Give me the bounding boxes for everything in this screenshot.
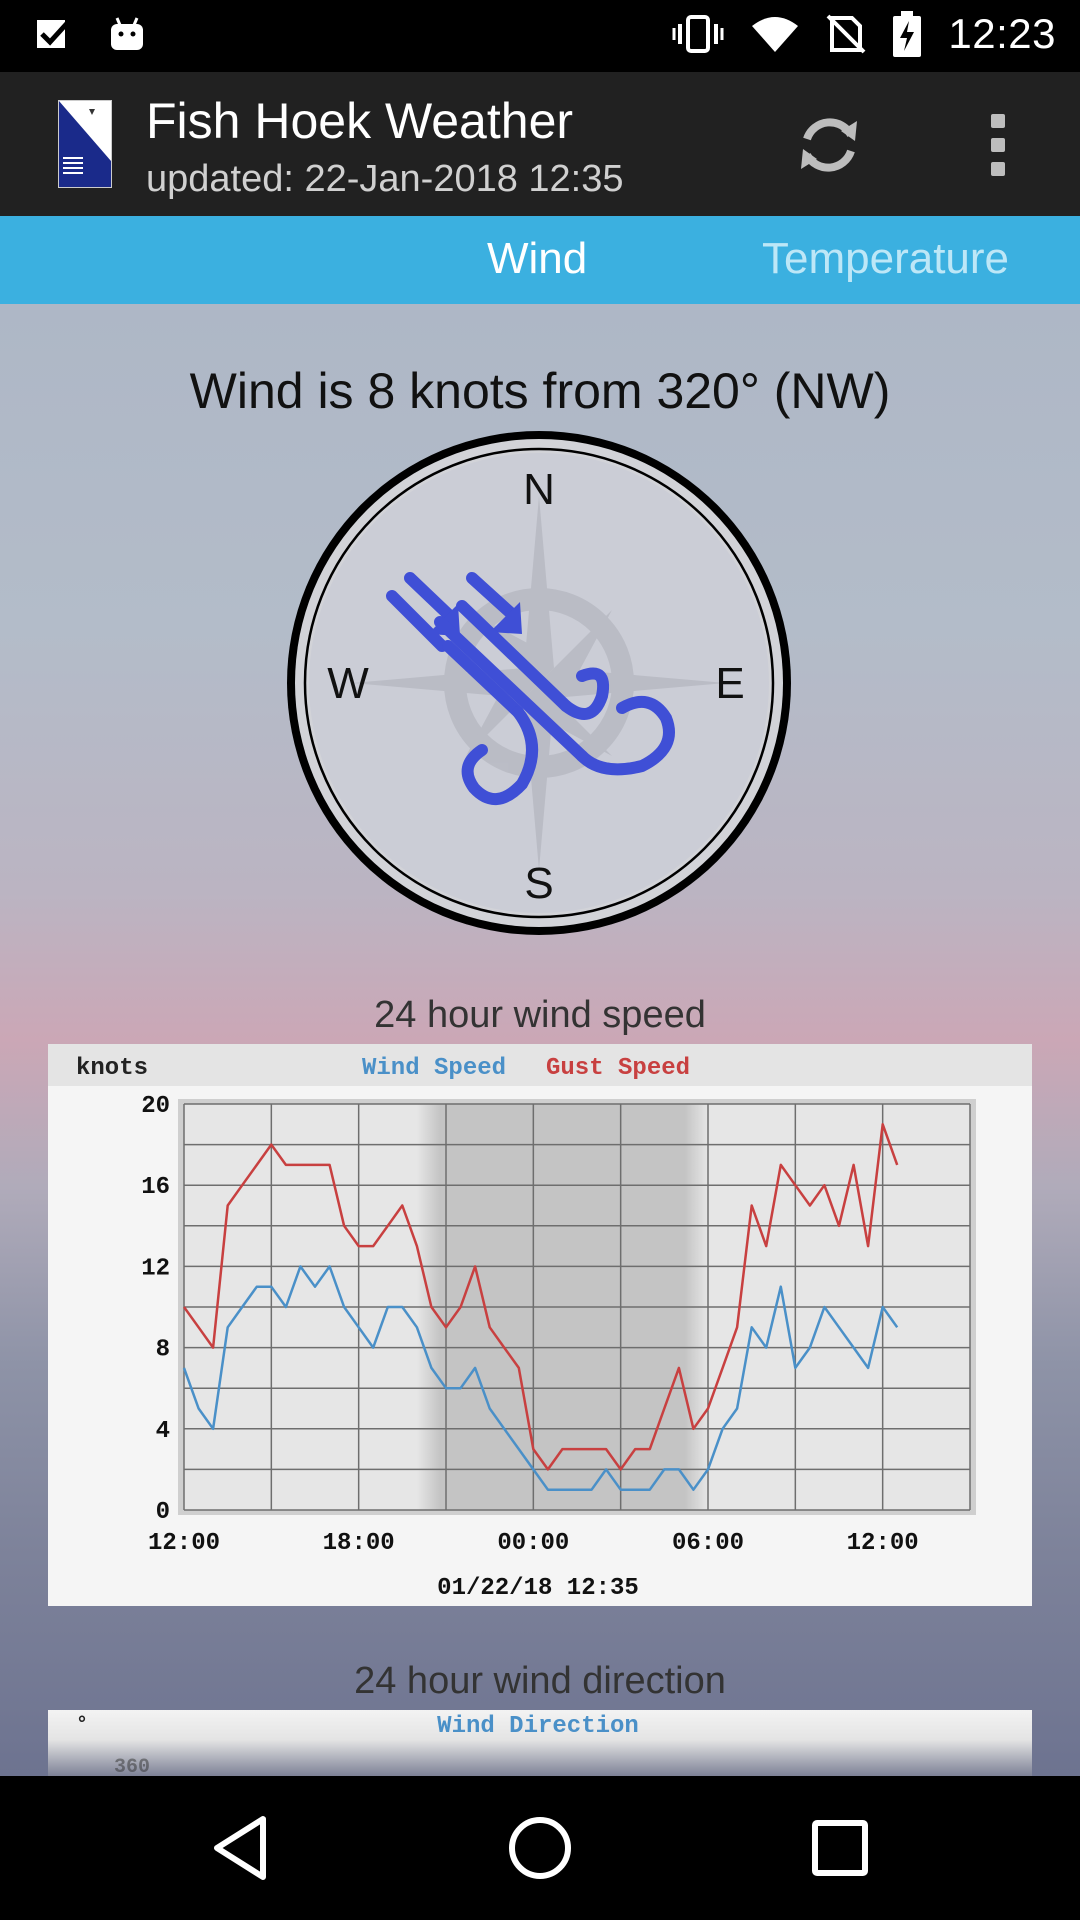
- home-button[interactable]: [492, 1800, 588, 1896]
- compass-east: E: [715, 659, 744, 708]
- x-tick-label: 00:00: [497, 1530, 569, 1557]
- refresh-icon: [801, 118, 857, 172]
- legend-wind-speed: Wind Speed: [362, 1055, 506, 1082]
- compass-dial: N S W E: [287, 431, 791, 935]
- updated-timestamp: updated: 22-Jan-2018 12:35: [146, 158, 624, 200]
- wind-headline: Wind is 8 knots from 320° (NW): [189, 363, 891, 419]
- status-bar: 12:23: [0, 0, 1080, 72]
- wifi-icon: [752, 17, 799, 52]
- x-tick-label: 12:00: [148, 1530, 220, 1557]
- wind-content[interactable]: Wind is 8 knots from 320° (NW) N S W E 2…: [0, 304, 1080, 1776]
- recents-button[interactable]: [792, 1800, 888, 1896]
- app-title: Fish Hoek Weather: [146, 93, 574, 149]
- battery-charging-icon: [893, 11, 922, 57]
- tab-wind[interactable]: Wind: [487, 234, 587, 284]
- x-tick-label: 12:00: [847, 1530, 919, 1557]
- direction-first-tick: 360: [114, 1756, 150, 1776]
- checkbox-notification-icon: [37, 18, 72, 48]
- more-vert-icon: [991, 114, 1005, 128]
- wind-direction-chart-title: 24 hour wind direction: [354, 1660, 726, 1702]
- wind-direction-chart: ° Wind Direction 360: [48, 1710, 1032, 1776]
- wind-speed-chart-title: 24 hour wind speed: [374, 994, 706, 1036]
- status-time: 12:23: [948, 10, 1056, 57]
- x-tick-label: 06:00: [672, 1530, 744, 1557]
- recents-icon: [812, 1820, 868, 1876]
- chart-timestamp: 01/22/18 12:35: [437, 1575, 639, 1602]
- home-icon: [509, 1817, 571, 1879]
- app-logo: [58, 100, 112, 188]
- direction-unit: °: [76, 1714, 88, 1737]
- chart-ylabel: knots: [76, 1055, 148, 1082]
- app-bar: Fish Hoek Weather updated: 22-Jan-2018 1…: [0, 72, 1080, 216]
- y-tick-label: 8: [156, 1337, 170, 1364]
- refresh-button[interactable]: [786, 102, 872, 188]
- y-tick-label: 0: [156, 1499, 170, 1526]
- android-icon: [111, 17, 143, 50]
- back-button[interactable]: [194, 1800, 290, 1896]
- y-tick-label: 20: [141, 1093, 170, 1120]
- compass-south: S: [524, 859, 553, 908]
- back-icon: [214, 1816, 266, 1880]
- compass-north: N: [523, 465, 555, 514]
- legend-gust-speed: Gust Speed: [546, 1055, 690, 1082]
- legend-wind-direction: Wind Direction: [437, 1713, 639, 1740]
- no-sim-icon: [826, 14, 866, 54]
- vibrate-icon: [672, 15, 724, 53]
- more-options-button[interactable]: [970, 102, 1026, 188]
- y-tick-label: 4: [156, 1418, 170, 1445]
- navigation-bar: [0, 1776, 1080, 1920]
- compass-west: W: [327, 659, 369, 708]
- wind-speed-chart: knots Wind Speed Gust Speed 0 4 8 12 16 20 12…: [48, 1044, 1032, 1606]
- tab-temperature[interactable]: Temperature: [762, 234, 1009, 284]
- y-tick-label: 16: [141, 1174, 170, 1201]
- x-tick-label: 18:00: [323, 1530, 395, 1557]
- y-tick-label: 12: [141, 1255, 170, 1282]
- tab-bar: Wind Temperature: [0, 216, 1080, 304]
